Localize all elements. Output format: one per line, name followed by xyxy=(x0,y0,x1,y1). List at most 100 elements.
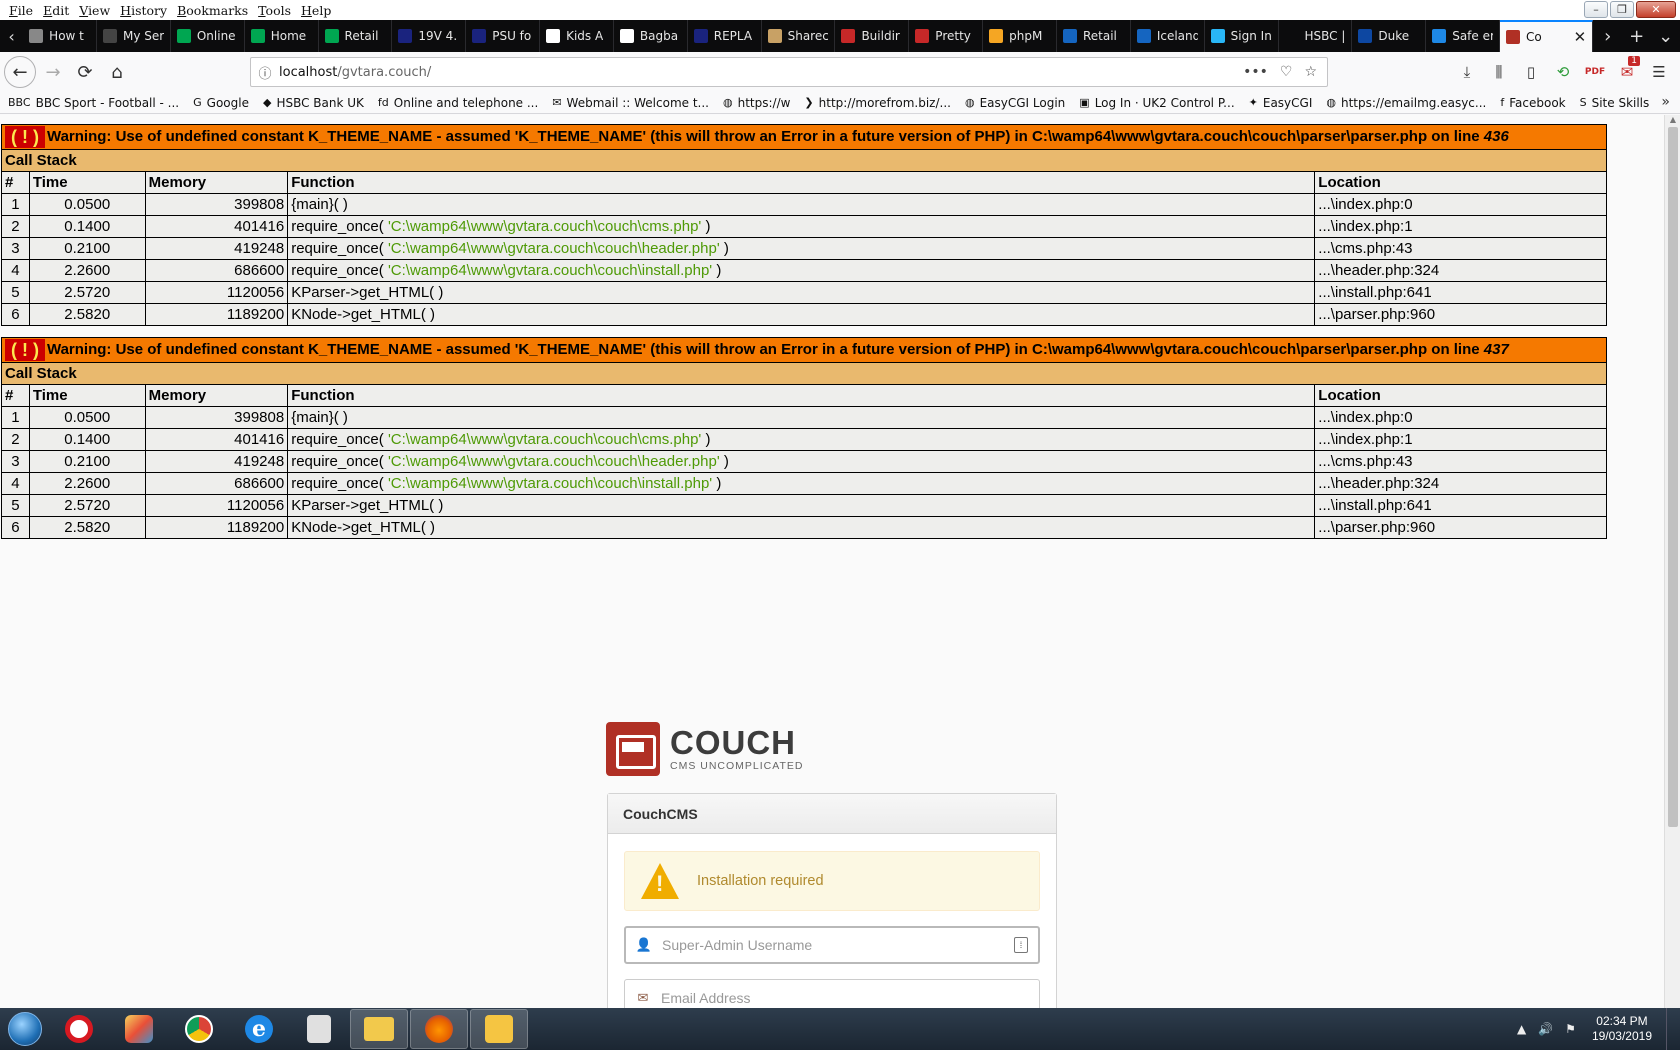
tab-scroll-left-icon[interactable]: ‹ xyxy=(0,20,23,52)
scroll-up-icon[interactable]: ▲ xyxy=(1665,115,1680,127)
browser-tab[interactable]: phpM xyxy=(983,20,1057,52)
browser-tab[interactable]: Iceland xyxy=(1131,20,1205,52)
taskbar-ie-button[interactable]: e xyxy=(230,1009,288,1049)
mail-extension-icon[interactable]: ✉ 1 xyxy=(1614,56,1640,86)
frame-location: ...\cms.php:43 xyxy=(1314,450,1607,473)
url-bar[interactable]: ⓘ localhost/gvtara.couch/ ••• ♡ ☆ xyxy=(250,57,1328,87)
pdf-extension-icon[interactable]: PDF xyxy=(1582,58,1608,86)
bookmark-item[interactable]: BBC BBC Sport - Football - ... xyxy=(8,96,179,110)
reload-button[interactable]: ⟳ xyxy=(70,57,100,87)
password-manager-icon[interactable]: ⁞ xyxy=(1014,937,1028,953)
menu-edit[interactable]: Edit xyxy=(38,3,74,18)
bookmark-item[interactable]: ▣ Log In · UK2 Control P... xyxy=(1079,96,1234,110)
action-center-flag-icon[interactable]: ⚑ xyxy=(1565,1022,1576,1036)
browser-tab[interactable]: 19V 4. xyxy=(392,20,467,52)
browser-tab[interactable]: PSU fo xyxy=(466,20,541,52)
taskbar-media-button[interactable] xyxy=(290,1009,348,1049)
site-info-icon[interactable]: ⓘ xyxy=(251,63,279,82)
menu-bookmarks[interactable]: Bookmarks xyxy=(172,3,253,18)
taskbar-paint-button[interactable] xyxy=(110,1009,168,1049)
navigation-toolbar: ← → ⟳ ⌂ ⓘ localhost/gvtara.couch/ ••• ♡ … xyxy=(0,52,1680,92)
minimize-button[interactable]: – xyxy=(1584,1,1608,18)
bookmark-item[interactable]: ◆ HSBC Bank UK xyxy=(263,96,364,110)
frame-memory: 1189200 xyxy=(144,516,289,539)
bookmark-favicon-icon: S xyxy=(1579,96,1587,109)
scrollbar-thumb[interactable] xyxy=(1668,127,1678,827)
browser-tab[interactable]: Sign In xyxy=(1205,20,1279,52)
bookmark-item[interactable]: ✦ EasyCGI xyxy=(1249,96,1313,110)
restore-button[interactable]: ❐ xyxy=(1610,1,1634,18)
library-icon[interactable]: ⫼ xyxy=(1486,58,1512,86)
menu-history[interactable]: History xyxy=(115,3,172,18)
logo-tagline: CMS UNCOMPLICATED xyxy=(670,760,804,772)
browser-tab[interactable]: Duke xyxy=(1352,20,1427,52)
menu-file[interactable]: File xyxy=(4,3,38,18)
volume-icon[interactable]: 🔊 xyxy=(1538,1022,1553,1036)
browser-tab[interactable]: Sharec xyxy=(762,20,836,52)
browser-tab[interactable]: How t xyxy=(23,20,98,52)
page-actions-icon[interactable]: ••• xyxy=(1243,64,1268,80)
bookmarks-overflow-icon[interactable]: » xyxy=(1661,94,1670,110)
tab-label: PSU fo xyxy=(492,29,532,43)
all-tabs-icon[interactable]: ⌄ xyxy=(1651,20,1680,52)
bookmark-item[interactable]: G Google xyxy=(193,96,249,110)
stack-frame-row: 3 0.2100 419248 require_once( 'C:\wamp64\ww… xyxy=(1,237,1607,260)
taskbar-opera-button[interactable] xyxy=(50,1009,108,1049)
clock[interactable]: 02:34 PM 19/03/2019 xyxy=(1592,1014,1652,1044)
bookmark-item[interactable]: fd Online and telephone ... xyxy=(378,96,538,110)
username-field[interactable]: 👤 ⁞ xyxy=(624,926,1040,964)
bookmark-item[interactable]: ✉ Webmail :: Welcome t... xyxy=(552,96,709,110)
bookmark-favicon-icon: f xyxy=(1500,96,1505,109)
browser-tab[interactable]: Buildir xyxy=(835,20,910,52)
browser-tab[interactable]: Retail xyxy=(1057,20,1131,52)
bookmark-item[interactable]: S Site Skills xyxy=(1580,96,1650,110)
browser-tab[interactable]: HSBC | Bu xyxy=(1279,20,1353,52)
browser-tab[interactable]: Safe er xyxy=(1426,20,1501,52)
taskbar-folder-button[interactable] xyxy=(350,1009,408,1049)
tray-expand-icon[interactable]: ▲ xyxy=(1517,1022,1526,1036)
browser-tab[interactable]: REPLA xyxy=(688,20,762,52)
pocket-icon[interactable]: ♡ xyxy=(1280,64,1293,80)
bookmark-item[interactable]: ◍ https://emailmg.easyc... xyxy=(1326,96,1486,110)
bookmark-star-icon[interactable]: ☆ xyxy=(1304,64,1317,80)
tab-scroll-right-icon[interactable]: › xyxy=(1593,20,1622,52)
menu-tools[interactable]: Tools xyxy=(253,3,296,18)
couch-logo: COUCH CMS UNCOMPLICATED xyxy=(606,722,803,776)
bookmark-item[interactable]: f Facebook xyxy=(1500,96,1565,110)
back-button[interactable]: ← xyxy=(4,56,36,88)
sidebar-icon[interactable]: ▯ xyxy=(1518,58,1544,86)
menu-help[interactable]: Help xyxy=(296,3,336,18)
active-tab[interactable]: Co ✕ xyxy=(1500,20,1594,52)
hamburger-menu-icon[interactable]: ☰ xyxy=(1646,58,1672,86)
browser-tab[interactable]: Retail xyxy=(319,20,393,52)
tab-close-icon[interactable]: ✕ xyxy=(1574,28,1587,46)
bookmark-item[interactable]: ❯ http://morefrom.biz/... xyxy=(804,96,951,110)
extension-sync-icon[interactable]: ⟲ xyxy=(1550,58,1576,86)
show-desktop-button[interactable] xyxy=(1666,1008,1680,1050)
browser-tab[interactable]: Kids A xyxy=(540,20,614,52)
bookmark-item[interactable]: ◍ https://w xyxy=(723,96,790,110)
taskbar-chrome-button[interactable] xyxy=(170,1009,228,1049)
browser-tab[interactable]: Home xyxy=(245,20,319,52)
email-input[interactable] xyxy=(661,990,1039,1006)
bookmark-item[interactable]: ◍ EasyCGI Login xyxy=(965,96,1065,110)
forward-button[interactable]: → xyxy=(38,57,68,87)
frame-memory: 399808 xyxy=(144,193,289,216)
username-input[interactable] xyxy=(662,937,1014,953)
browser-tab[interactable]: Pretty xyxy=(909,20,984,52)
tab-favicon-icon xyxy=(693,29,708,43)
menu-view[interactable]: View xyxy=(74,3,115,18)
frame-location: ...\header.php:324 xyxy=(1314,472,1607,495)
email-field[interactable]: ✉ xyxy=(624,979,1040,1008)
browser-tab[interactable]: Online xyxy=(171,20,245,52)
home-button[interactable]: ⌂ xyxy=(102,57,132,87)
taskbar-mailapp-button[interactable] xyxy=(470,1009,528,1049)
new-tab-icon[interactable]: + xyxy=(1622,20,1651,52)
vertical-scrollbar[interactable]: ▲ xyxy=(1664,115,1680,1008)
taskbar-firefox-button[interactable] xyxy=(410,1009,468,1049)
close-window-button[interactable]: ✕ xyxy=(1636,1,1676,18)
browser-tab[interactable]: My Service xyxy=(97,20,171,52)
download-icon[interactable]: ⤓ xyxy=(1454,58,1480,86)
start-button[interactable] xyxy=(0,1008,50,1050)
browser-tab[interactable]: Bagba xyxy=(614,20,688,52)
